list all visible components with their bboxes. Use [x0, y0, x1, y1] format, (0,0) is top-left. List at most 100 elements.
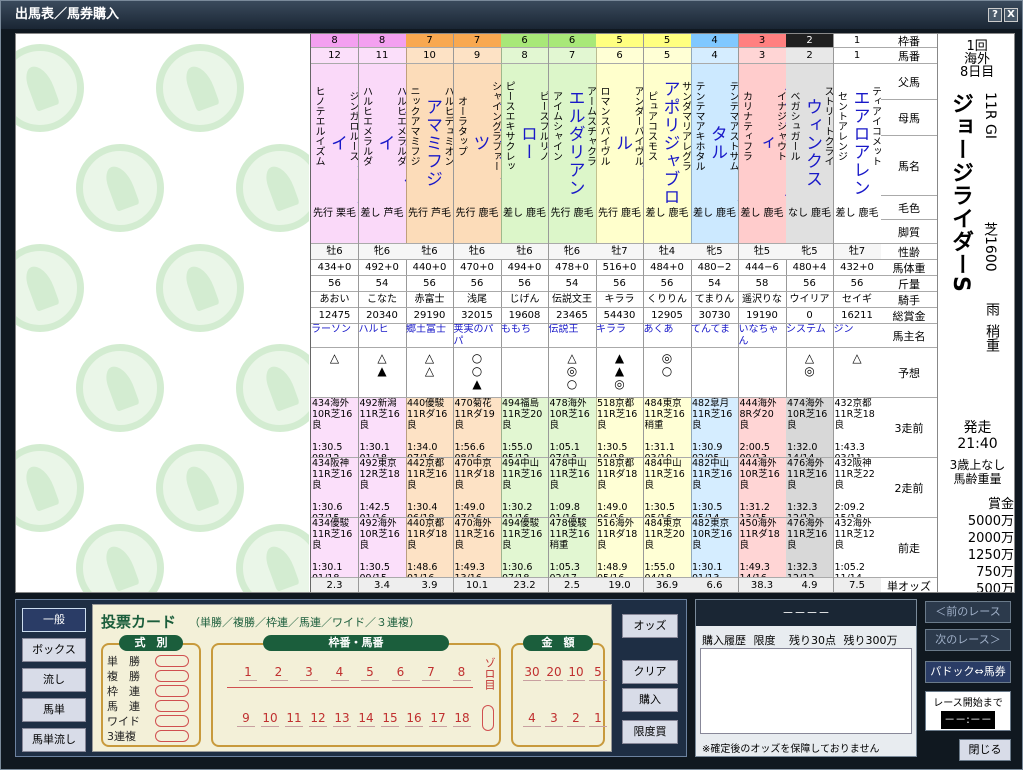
horse-column[interactable]: 56アンダーバイヴルロマンスバイヴルロジャーバイヴル先行鹿毛牡7516+056キ…	[596, 34, 644, 592]
horse-name[interactable]: アポリジャブロ	[658, 78, 683, 208]
amount-toggle[interactable]: 1	[589, 709, 607, 727]
bet-mode-button[interactable]: 一般	[22, 608, 86, 632]
past-race-line: 492海外	[359, 518, 397, 529]
number-toggle[interactable]: 15	[381, 709, 399, 727]
number-toggle[interactable]: 14	[357, 709, 375, 727]
past-race-line: 1:56.6	[454, 442, 485, 453]
bet-action-button[interactable]: 購入	[622, 688, 678, 712]
horse-column[interactable]: 5 5 サンダマリアレグラ ピュアコスモス アポリジャブロ 差し 鹿毛 牡4 484+0 56 くり…	[643, 34, 692, 592]
past-race-line: 1:55.0	[502, 442, 533, 453]
number-toggle[interactable]: 13	[333, 709, 351, 727]
horse-name[interactable]: エアロアレン	[848, 78, 873, 208]
number-toggle[interactable]: 11	[285, 709, 303, 727]
horse-name[interactable]: アマミフジ	[420, 78, 445, 208]
horse-name[interactable]: テンテマアキホタル	[705, 78, 738, 208]
bet-type-toggle[interactable]	[155, 730, 189, 742]
row-label-column: 枠番 馬番 父馬 母馬 馬名 毛色 脚質 性齢 馬体重 斤量 騎手 総賞金 馬主名 予想 3走前 2走前 前走単…	[881, 34, 937, 592]
history-remain-points: 残り30点	[789, 634, 836, 647]
past-race-line: 1:55.0	[644, 562, 675, 573]
number-toggle[interactable]: 18	[453, 709, 471, 727]
horse-name[interactable]: イナジシャンティ	[753, 78, 786, 208]
number-toggle[interactable]: 9	[237, 709, 255, 727]
past-race-r3: 432京都11R芝18良 1:43.303/11	[833, 398, 881, 458]
prize-label: 賞金	[987, 497, 1014, 512]
zoro-toggle[interactable]	[482, 705, 494, 731]
prev-race-button[interactable]: ＜前のレース	[925, 601, 1011, 623]
number-toggle[interactable]: 6	[391, 663, 410, 681]
bet-type-toggle[interactable]	[155, 655, 189, 667]
window-close-button[interactable]: X	[1004, 8, 1018, 22]
number-toggle[interactable]: 2	[269, 663, 288, 681]
past-race-line: 良	[312, 480, 322, 491]
bet-action-button[interactable]: オッズ	[622, 614, 678, 638]
amount-toggle[interactable]: 5	[589, 663, 607, 681]
past-race-line	[691, 551, 738, 562]
horse-name[interactable]: エルダリアン	[563, 78, 588, 208]
horse-column[interactable]: 811ハルヒエメラルダハルヒエメラルダハルヒキュベレイ差し芦毛牝6492+054…	[358, 34, 407, 592]
bet-mode-button[interactable]: ボックス	[22, 638, 86, 662]
coat-color: 鹿毛	[478, 208, 499, 219]
number-toggle[interactable]: 1	[239, 663, 257, 681]
bet-type-toggle[interactable]	[155, 670, 189, 682]
past-race-line	[501, 431, 548, 442]
horse-name[interactable]: ハルヒキュベレイ	[373, 78, 406, 208]
horse-column[interactable]: 2 2 ストリートクライ ベガシュガール ウィンクス なし 鹿毛 牝5 480+4 56 ウイリア 0…	[786, 34, 834, 592]
history-list[interactable]	[700, 648, 912, 734]
past-race-line	[406, 431, 453, 442]
start-info: 発走 21:40	[938, 420, 1014, 452]
number-toggle[interactable]: 3	[300, 663, 318, 681]
past-race-r1: 494優駿11R芝16良 1:30.607/18	[501, 518, 548, 578]
paddock-toggle-button[interactable]: パドック⇔馬券	[925, 661, 1011, 683]
number-toggle[interactable]: 12	[309, 709, 327, 727]
horse-column[interactable]: 812ジンガロルースヒノテエルイズムジンガロルイルイ先行栗毛牡6434+056あ…	[311, 34, 359, 592]
bet-action-button[interactable]: 限度買	[622, 720, 678, 744]
close-button[interactable]: 閉じる	[959, 739, 1011, 761]
horse-column[interactable]: 7 10 ハルヒデュミオン ニックアマミフジ アマミフジ 先行 芦毛 牡6 440+0 56 赤富士…	[406, 34, 454, 592]
amount-toggle[interactable]: 30	[523, 663, 541, 681]
horse-column[interactable]: 6 7 アームスチャクラ アイムシャイン エルダリアン 先行 鹿毛 牝6 478+0 54 伝説文王…	[548, 34, 597, 592]
past-race-line: 稍重	[549, 540, 569, 551]
horse-name[interactable]: ロジャーバイヴル	[610, 78, 643, 208]
number-toggle[interactable]: 16	[405, 709, 423, 727]
horse-column[interactable]: 68ピースフルリノピースエキサクレッピースエクスプロー差し鹿毛牡6494+056…	[501, 34, 549, 592]
bet-action-button[interactable]: クリア	[622, 660, 678, 684]
help-button[interactable]: ?	[988, 8, 1002, 22]
bet-type-toggle[interactable]	[155, 700, 189, 712]
past-race-line: 11R芝20	[502, 409, 543, 420]
bet-mode-button[interactable]: 馬単流し	[22, 728, 86, 752]
horse-column[interactable]: 1 1 ティアイコメット セントアレンジ エアロアレン 差し 鹿毛 牡7 432+0 56 セイギ 1…	[833, 34, 882, 592]
amount-toggle[interactable]: 10	[567, 663, 585, 681]
number-toggle[interactable]: 5	[361, 663, 379, 681]
bet-type-toggle[interactable]	[155, 715, 189, 727]
amount-toggle[interactable]: 4	[523, 709, 541, 727]
kinryo: 56	[501, 276, 548, 292]
bet-mode-button[interactable]: 流し	[22, 668, 86, 692]
bet-type-toggle[interactable]	[155, 685, 189, 697]
jockey: じげん	[501, 292, 548, 308]
horse-column[interactable]: 44テンテマアストサムテンテマアキホタルテンテマアキホタル差し鹿毛牝5480−2…	[691, 34, 739, 592]
race-conditions: 3歳上なし 馬齢重量	[938, 458, 1014, 486]
past-race-line: 484東京	[644, 518, 682, 529]
next-race-button[interactable]: 次のレース＞	[925, 629, 1011, 651]
past-race-line	[501, 551, 548, 562]
past-race-line: 444海外	[739, 398, 777, 409]
horse-name[interactable]: ウィンクス	[800, 78, 825, 208]
number-toggle[interactable]: 10	[261, 709, 279, 727]
horse-column[interactable]: 79シャイングラファーオーラタップスナバデサクレツ先行鹿毛牡6470+056浅尾…	[453, 34, 502, 592]
horse-name[interactable]: スナバデサクレツ	[468, 78, 501, 208]
past-race-line: 良	[407, 480, 417, 491]
amount-toggle[interactable]: 3	[545, 709, 563, 727]
horse-name[interactable]: ピースエクスプロー	[515, 78, 548, 208]
bet-mode-button[interactable]: 馬単	[22, 698, 86, 722]
amount-toggle[interactable]: 20	[545, 663, 563, 681]
past-race-line: 良	[454, 480, 465, 491]
running-style: 先行	[550, 208, 571, 219]
amount-toggle[interactable]: 2	[567, 709, 585, 727]
number-toggle[interactable]: 4	[330, 663, 349, 681]
number-toggle[interactable]: 17	[429, 709, 447, 727]
horse-column[interactable]: 33イナジシャウトカリナティフライナジシャンティ差し鹿毛牡5444−658遥沢り…	[738, 34, 787, 592]
horse-name[interactable]: ジンガロルイルイ	[325, 78, 358, 208]
number-toggle[interactable]: 8	[452, 663, 471, 681]
number-toggle[interactable]: 7	[422, 663, 440, 681]
prize-amount: 5000万	[967, 514, 1014, 529]
